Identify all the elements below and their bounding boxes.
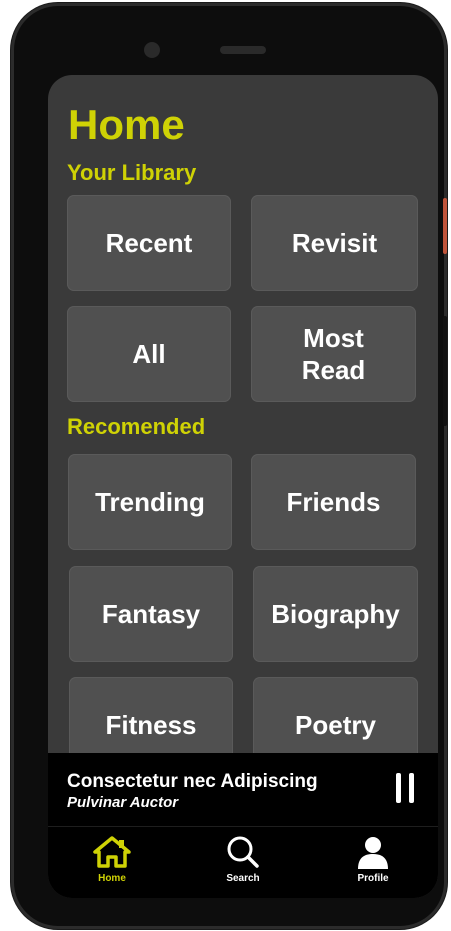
tile-fantasy[interactable]: Fantasy <box>69 566 233 662</box>
home-icon <box>93 836 131 868</box>
nav-item-profile[interactable]: Profile <box>333 835 413 895</box>
tile-all[interactable]: All <box>67 306 231 402</box>
app-screen: Home Your Library Recent Revisit All Mos… <box>48 75 438 898</box>
power-button <box>443 198 447 254</box>
recommended-heading: Recomended <box>67 414 206 439</box>
now-playing-bar[interactable]: Consectetur nec Adipiscing Pulvinar Auct… <box>48 753 438 827</box>
pause-icon <box>396 773 401 803</box>
front-camera <box>144 42 160 58</box>
your-library-heading: Your Library <box>67 160 197 185</box>
earpiece-speaker <box>220 46 266 54</box>
phone-frame: Home Your Library Recent Revisit All Mos… <box>14 6 444 926</box>
tile-trending[interactable]: Trending <box>68 454 232 550</box>
bottom-nav: Home Search Profile <box>48 827 438 898</box>
nav-label-profile: Profile <box>357 873 389 884</box>
tile-most-read[interactable]: Most Read <box>251 306 416 402</box>
tile-recent[interactable]: Recent <box>67 195 231 291</box>
tile-friends[interactable]: Friends <box>251 454 416 550</box>
nav-item-home[interactable]: Home <box>72 835 152 895</box>
page-title: Home <box>68 101 185 148</box>
volume-button <box>443 316 447 426</box>
tile-biography[interactable]: Biography <box>253 566 418 662</box>
now-playing-artist: Pulvinar Auctor <box>67 794 179 811</box>
tile-revisit[interactable]: Revisit <box>251 195 418 291</box>
nav-label-home: Home <box>98 873 126 884</box>
pause-button[interactable] <box>394 773 416 803</box>
nav-item-search[interactable]: Search <box>203 835 283 895</box>
profile-icon <box>358 837 388 869</box>
search-icon <box>227 836 259 868</box>
now-playing-track: Consectetur nec Adipiscing <box>67 771 318 792</box>
nav-label-search: Search <box>226 873 260 884</box>
